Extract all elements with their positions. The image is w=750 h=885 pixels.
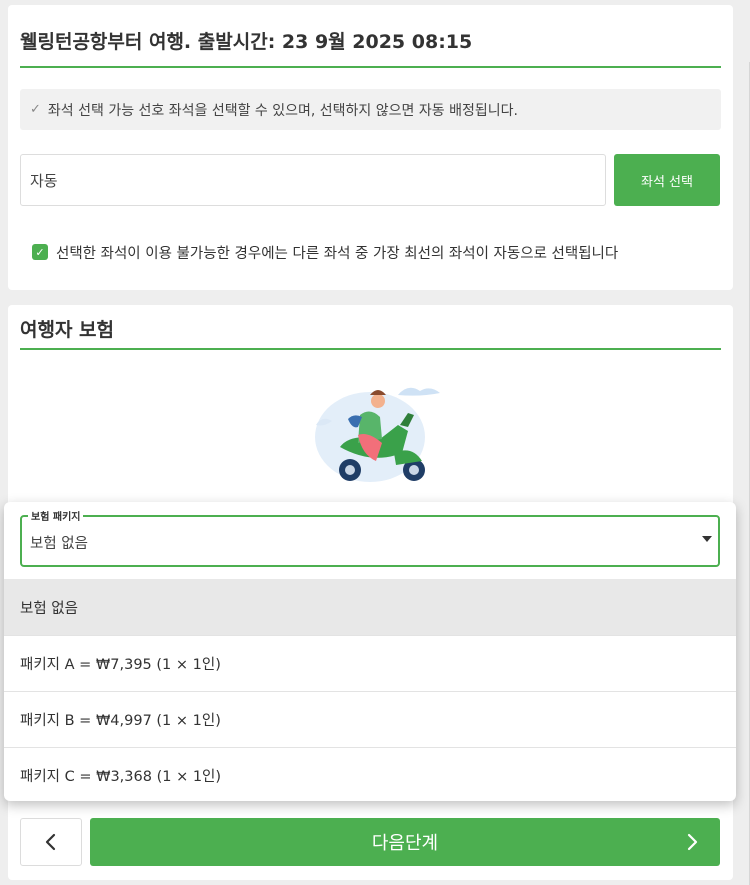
insurance-package-select[interactable]: 보험 패키지 보험 없음: [20, 508, 720, 567]
caret-down-icon: [702, 536, 712, 542]
auto-seat-label: 선택한 좌석이 이용 불가능한 경우에는 다른 좌석 중 가장 최선의 좌석이 …: [56, 245, 619, 262]
next-step-button[interactable]: 다음단계: [90, 818, 720, 866]
insurance-options-list: 보험 없음 패키지 A = ₩7,395 (1 × 1인) 패키지 B = ₩4…: [4, 579, 736, 803]
seat-selection-card: 웰링턴공항부터 여행. 출발시간: 23 9월 2025 08:15 ✓ 좌석 …: [8, 5, 733, 290]
seat-field-value: 자동: [30, 171, 58, 190]
auto-seat-option[interactable]: ✓ 선택한 좌석이 이용 불가능한 경우에는 다른 좌석 중 가장 최선의 좌석…: [32, 241, 618, 263]
trip-title: 웰링턴공항부터 여행. 출발시간: 23 9월 2025 08:15: [20, 31, 721, 68]
seat-field[interactable]: 자동: [20, 154, 606, 206]
insurance-title: 여행자 보험: [20, 319, 721, 350]
select-seat-button[interactable]: 좌석 선택: [614, 154, 720, 206]
auto-seat-checkbox[interactable]: ✓: [32, 244, 48, 260]
insurance-package-value: 보험 없음: [30, 536, 88, 552]
insurance-option-c[interactable]: 패키지 C = ₩3,368 (1 × 1인): [4, 747, 736, 803]
insurance-package-label: 보험 패키지: [28, 508, 84, 523]
seat-info-box: ✓ 좌석 선택 가능 선호 좌석을 선택할 수 있으며, 선택하지 않으면 자동…: [20, 89, 721, 130]
insurance-option-a[interactable]: 패키지 A = ₩7,395 (1 × 1인): [4, 635, 736, 691]
back-button[interactable]: [20, 818, 82, 866]
insurance-option-none[interactable]: 보험 없음: [4, 579, 736, 635]
seat-info-text: 좌석 선택 가능 선호 좌석을 선택할 수 있으며, 선택하지 않으면 자동 배…: [47, 102, 518, 119]
chevron-left-icon: [45, 833, 56, 851]
next-step-label: 다음단계: [371, 833, 439, 854]
check-icon: ✓: [30, 102, 41, 117]
insurance-option-b[interactable]: 패키지 B = ₩4,997 (1 × 1인): [4, 691, 736, 747]
insurance-dropdown: 보험 패키지 보험 없음 보험 없음 패키지 A = ₩7,395 (1 × 1…: [4, 502, 736, 801]
scooter-traveler-illustration: [315, 387, 440, 482]
chevron-right-icon: [687, 833, 698, 851]
